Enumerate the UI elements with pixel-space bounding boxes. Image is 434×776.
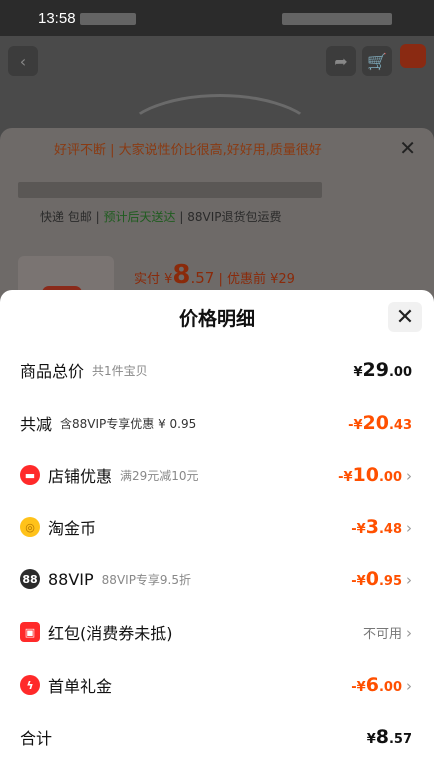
review-banner-text: 好评不断 | 大家说性价比很高,好好用,质量很好: [54, 142, 322, 158]
order-card: 好评不断 | 大家说性价比很高,好好用,质量很好 ✕ 快递 包邮 | 预计后天送…: [0, 128, 434, 308]
close-icon: ✕: [395, 304, 415, 330]
chevron-right-icon: ›: [406, 571, 412, 589]
address-blurred[interactable]: [18, 182, 322, 198]
red-envelope-icon: ▣: [20, 622, 40, 642]
review-banner: 好评不断 | 大家说性价比很高,好好用,质量很好 ✕: [0, 128, 434, 168]
store-coupon-icon: ▬: [20, 465, 40, 485]
share-button[interactable]: ➦: [326, 46, 356, 76]
unavailable-status: 不可用: [362, 626, 402, 642]
chevron-right-icon: ›: [406, 519, 412, 537]
88vip-icon: 88: [20, 569, 40, 589]
total-goods-value: ¥29.00: [353, 359, 412, 381]
price-detail-sheet: 价格明细 ✕ 商品总价 共1件宝贝 ¥29.00 共减 含88VIP专享优惠 ¥…: [0, 290, 434, 776]
status-blurred-right: [282, 13, 392, 25]
grand-total-value: ¥8.57: [366, 726, 412, 748]
chevron-right-icon: ›: [406, 623, 412, 642]
back-button[interactable]: ‹: [8, 46, 38, 76]
row-grand-total: 合计 ¥8.57: [20, 726, 412, 748]
row-red-envelope[interactable]: ▣ 红包(消费券未抵) 不可用 ›: [20, 617, 412, 647]
row-first-order-bonus[interactable]: ϟ 首单礼金 -¥6.00 ›: [20, 670, 412, 700]
sheet-title: 价格明细: [178, 308, 255, 330]
cart-button[interactable]: 🛒: [362, 46, 392, 76]
status-bar: 13:58: [0, 0, 434, 36]
status-blurred-left: [80, 13, 136, 25]
chevron-right-icon: ›: [406, 467, 412, 485]
banner-close-icon[interactable]: ✕: [399, 136, 416, 160]
shipping-express: 快递 包邮: [40, 210, 92, 224]
shipping-eta: 预计后天送达: [103, 210, 176, 224]
status-time: 13:58: [38, 10, 76, 27]
chevron-right-icon: ›: [406, 677, 412, 695]
shipping-row: 快递 包邮 | 预计后天送达 | 88VIP退货包运费: [40, 210, 282, 224]
shipping-vip: 88VIP退货包运费: [187, 210, 282, 224]
lightning-icon: ϟ: [20, 675, 40, 695]
gold-coin-icon: ◎: [20, 517, 40, 537]
total-discount-value: -¥20.43: [348, 412, 412, 434]
row-total-discount: 共减 含88VIP专享优惠 ¥ 0.95 -¥20.43: [20, 412, 412, 434]
row-store-coupon[interactable]: ▬ 店铺优惠 满29元减10元 -¥10.00 ›: [20, 460, 412, 490]
close-button[interactable]: ✕: [388, 302, 422, 332]
row-total-goods: 商品总价 共1件宝贝 ¥29.00: [20, 359, 412, 381]
paid-price: 实付 ¥8.57 | 优惠前 ¥29: [134, 260, 295, 290]
row-gold-coin[interactable]: ◎ 淘金币 -¥3.48 ›: [20, 512, 412, 542]
cart-badge: [400, 44, 426, 68]
row-88vip[interactable]: 88 88VIP 88VIP专享9.5折 -¥0.95 ›: [20, 564, 412, 594]
